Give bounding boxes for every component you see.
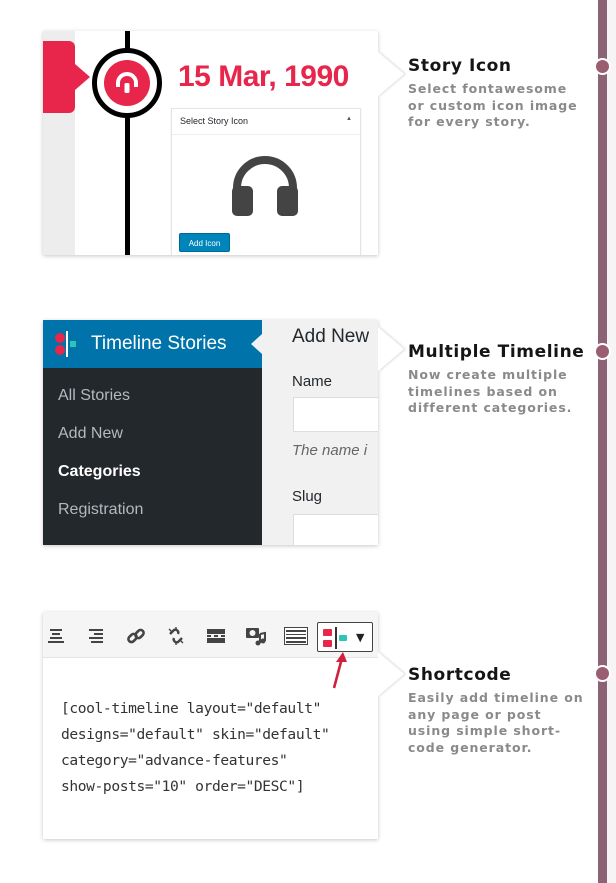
code-line: category="advance-features" <box>61 752 288 769</box>
timeline-dot <box>594 343 611 360</box>
menu-caret <box>251 334 262 354</box>
pointer-arrow <box>378 652 404 696</box>
headphones-icon <box>229 154 301 220</box>
panel-header[interactable]: Select Story Icon ▲ <box>172 109 360 135</box>
submenu-item-registration[interactable]: Registration <box>58 501 143 539</box>
timeline-dot <box>594 665 611 682</box>
feature-description: Select fontawesome or custom icon image … <box>408 81 578 129</box>
code-line: designs="default" skin="default" <box>61 726 330 743</box>
menu-title: Timeline Stories <box>91 333 227 354</box>
code-line: [cool-timeline layout="default" <box>61 700 321 717</box>
form-title: Add New <box>292 326 370 347</box>
add-media-icon[interactable] <box>243 624 269 648</box>
submenu-item-add-new[interactable]: Add New <box>58 425 143 463</box>
admin-sidebar: Timeline Stories All Stories Add New Cat… <box>43 320 262 545</box>
timeline-shortcode-icon <box>323 627 347 649</box>
read-more-icon[interactable] <box>203 624 229 648</box>
admin-menu-screenshot: Timeline Stories All Stories Add New Cat… <box>43 320 378 545</box>
feature-title: Shortcode <box>408 665 512 685</box>
red-flag-tip <box>75 64 90 90</box>
timeline-shadow <box>607 0 616 883</box>
align-center-icon[interactable] <box>43 624 69 648</box>
add-icon-button[interactable]: Add Icon <box>179 233 230 252</box>
name-hint: The name i <box>292 442 368 459</box>
feature-title: Story Icon <box>408 56 512 76</box>
timeline-dot <box>594 58 611 75</box>
name-label: Name <box>292 373 333 390</box>
submenu-item-categories[interactable]: Categories <box>58 463 143 501</box>
feature-story-icon: Story Icon Select fontawesome or custom … <box>408 55 588 131</box>
triangle-up-icon[interactable]: ▲ <box>346 116 352 122</box>
headphones-icon <box>104 60 150 106</box>
red-arrow-indicator <box>332 652 347 689</box>
caret-down-icon[interactable]: ▼ <box>356 631 364 644</box>
story-date: 15 Mar, 1990 <box>178 60 349 93</box>
feature-multiple-timeline: Multiple Timeline Now create multiple ti… <box>408 341 588 417</box>
slug-input[interactable] <box>293 514 378 545</box>
add-category-form: Add New Name The name i Slug <box>292 320 378 545</box>
shortcode-text[interactable]: [cool-timeline layout="default" designs="… <box>61 696 330 800</box>
panel-title: Select Story Icon <box>180 116 249 126</box>
submenu-item-all-stories[interactable]: All Stories <box>58 387 143 425</box>
timeline-logo-icon <box>53 329 81 359</box>
align-right-icon[interactable] <box>82 624 108 648</box>
name-input[interactable] <box>293 397 378 432</box>
feature-description: Easily add timeline on any page or post … <box>408 690 584 755</box>
unlink-icon[interactable] <box>163 624 189 648</box>
feature-description: Now create multiple timelines based on d… <box>408 367 573 415</box>
feature-shortcode: Shortcode Easily add timeline on any pag… <box>408 664 588 756</box>
red-flag <box>43 41 75 113</box>
slug-label: Slug <box>292 488 323 505</box>
feature-title: Multiple Timeline <box>408 342 585 362</box>
keyboard-icon[interactable] <box>283 624 309 648</box>
pointer-arrow <box>378 52 404 96</box>
story-icon-ring <box>92 48 162 118</box>
story-icon-screenshot: 15 Mar, 1990 Select Story Icon ▲ Add Ico… <box>43 31 378 255</box>
timeline-line <box>598 0 607 883</box>
pointer-arrow <box>378 327 404 371</box>
timeline-shortcode-button[interactable]: ▼ <box>317 622 373 652</box>
menu-timeline-stories[interactable]: Timeline Stories <box>43 320 262 368</box>
link-icon[interactable] <box>123 624 149 648</box>
shortcode-editor-screenshot: ▼ [cool-timeline layout="default" designs… <box>43 612 378 839</box>
select-story-icon-panel: Select Story Icon ▲ Add Icon <box>171 108 361 255</box>
submenu: All Stories Add New Categories Registrat… <box>58 387 143 539</box>
code-line: show-posts="10" order="DESC"] <box>61 778 305 795</box>
